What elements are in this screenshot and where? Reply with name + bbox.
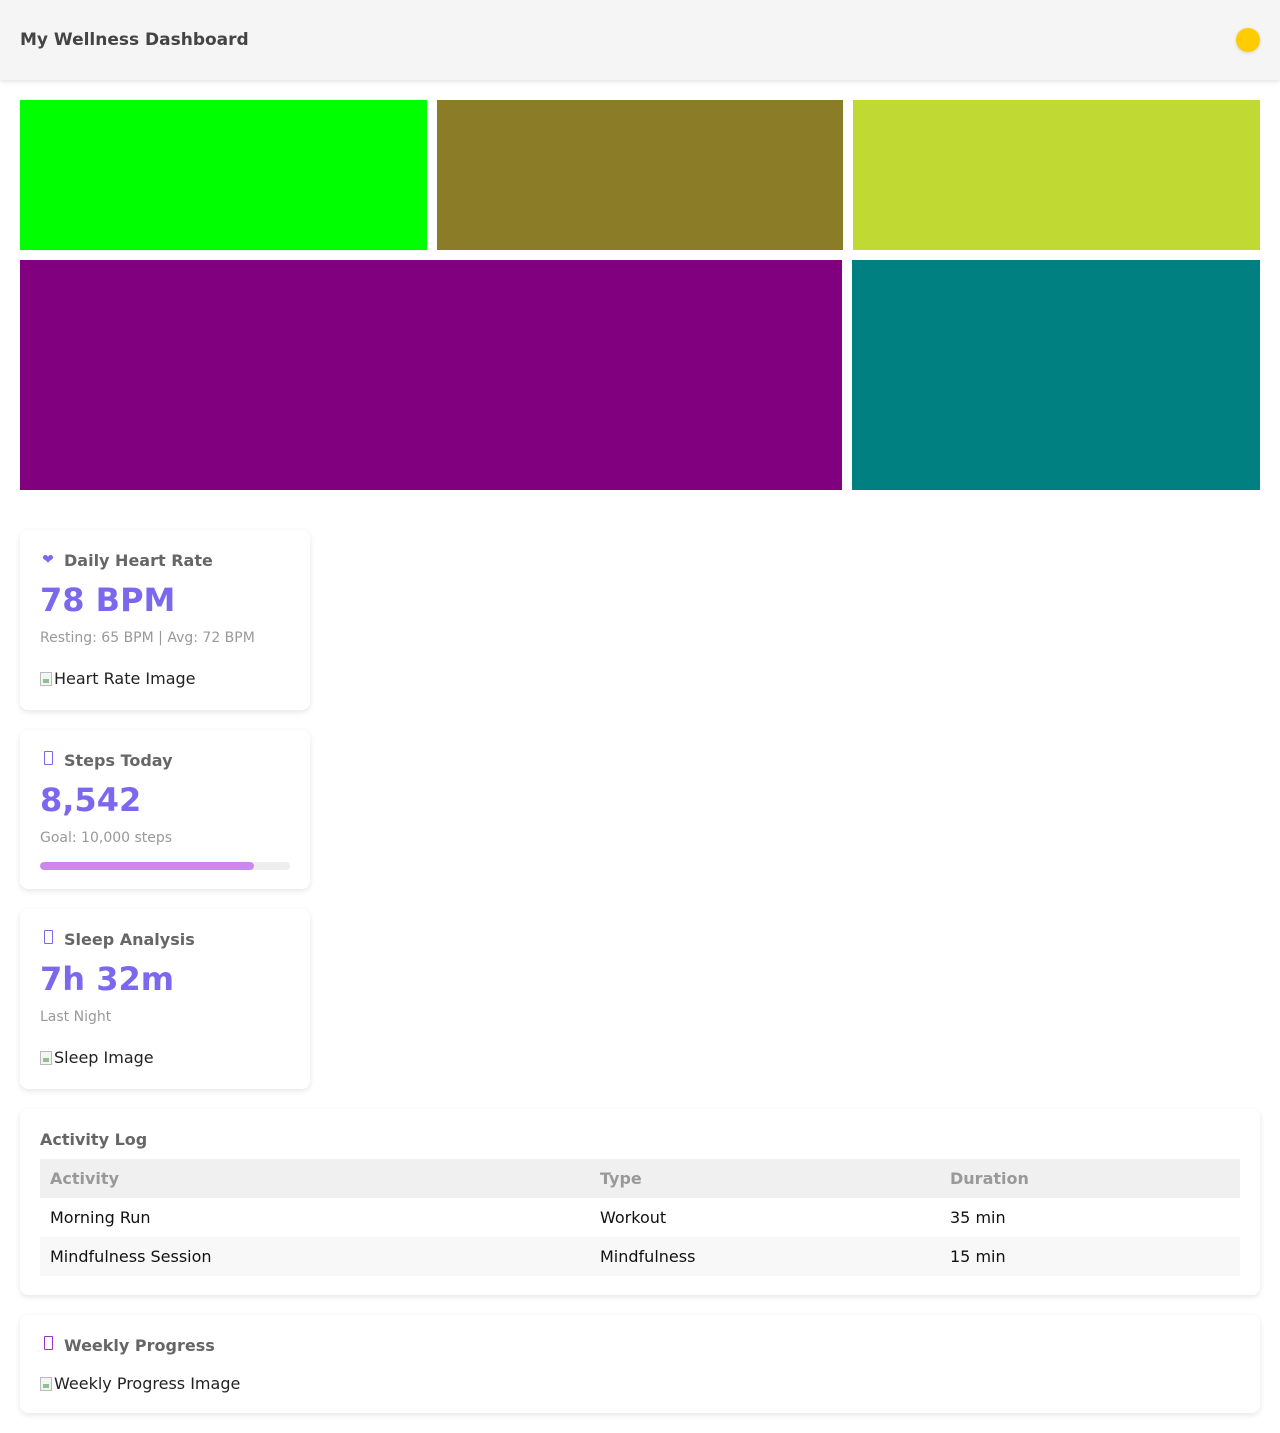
moon-icon bbox=[40, 930, 56, 948]
avatar[interactable] bbox=[1236, 28, 1260, 52]
column-header-duration[interactable]: Duration bbox=[940, 1159, 1240, 1198]
table-cell-type: Mindfulness bbox=[590, 1237, 940, 1276]
steps-progress-bar bbox=[40, 862, 290, 870]
footprints-icon bbox=[40, 751, 56, 769]
steps-card: Steps Today 8,542 Goal: 10,000 steps bbox=[20, 730, 310, 889]
table-cell-type: Workout bbox=[600, 1208, 667, 1227]
color-tile-2 bbox=[437, 100, 843, 250]
sleep-value: 7h 32m bbox=[40, 960, 175, 998]
weekly-progress-card: Weekly Progress Weekly Progress Image bbox=[20, 1315, 1260, 1413]
weekly-progress-header: Weekly Progress bbox=[40, 1335, 1240, 1355]
activity-log-card: Activity Log Activity Type Duration Morn… bbox=[20, 1109, 1260, 1295]
broken-image-icon bbox=[40, 672, 52, 686]
column-header-type[interactable]: Type bbox=[590, 1159, 940, 1198]
table-cell-duration: 15 min bbox=[940, 1237, 1240, 1276]
steps-goal: Goal: 10,000 steps bbox=[40, 830, 173, 846]
heart-rate-header: ❤ Daily Heart Rate bbox=[40, 550, 290, 570]
color-tile-4 bbox=[20, 260, 842, 490]
sleep-image-alt: Sleep Image bbox=[54, 1048, 154, 1067]
table-row[interactable]: Mindfulness Session Mindfulness 15 min bbox=[40, 1237, 1240, 1276]
heart-rate-card: ❤ Daily Heart Rate 78 BPM Resting: 65 BP… bbox=[20, 530, 310, 710]
heart-rate-image-alt: Heart Rate Image bbox=[54, 669, 196, 688]
page-title: My Wellness Dashboard bbox=[20, 30, 249, 50]
heart-icon: ❤ bbox=[42, 552, 54, 568]
broken-image-icon bbox=[40, 1377, 52, 1391]
weekly-progress-image: Weekly Progress Image bbox=[40, 1373, 1240, 1395]
table-cell-activity: Mindfulness Session bbox=[40, 1237, 590, 1276]
sleep-header: Sleep Analysis bbox=[40, 929, 290, 949]
chart-icon bbox=[40, 1336, 56, 1354]
top-bar: My Wellness Dashboard bbox=[0, 0, 1280, 80]
weekly-progress-title: Weekly Progress bbox=[64, 1335, 215, 1355]
steps-progress-fill bbox=[40, 862, 254, 870]
table-cell-activity: Morning Run bbox=[50, 1208, 151, 1227]
table-row[interactable]: Morning Run Workout 35 min bbox=[40, 1198, 1240, 1237]
sleep-detail: Last Night bbox=[40, 1009, 112, 1025]
activity-log-table: Activity Type Duration Morning Run Worko… bbox=[40, 1159, 1240, 1276]
color-tile-5 bbox=[852, 260, 1260, 490]
sleep-image: Sleep Image bbox=[40, 1047, 290, 1069]
weekly-progress-image-alt: Weekly Progress Image bbox=[54, 1374, 241, 1393]
column-header-activity[interactable]: Activity bbox=[40, 1159, 590, 1198]
heart-rate-value: 78 BPM bbox=[40, 581, 176, 619]
activity-log-title: Activity Log bbox=[40, 1129, 148, 1149]
broken-image-icon bbox=[40, 1051, 52, 1065]
table-cell-duration: 35 min bbox=[950, 1208, 1006, 1227]
heart-rate-title: Daily Heart Rate bbox=[64, 550, 213, 570]
color-tile-3 bbox=[853, 100, 1260, 250]
heart-rate-image: Heart Rate Image bbox=[40, 668, 290, 690]
sleep-card: Sleep Analysis 7h 32m Last Night Sleep I… bbox=[20, 909, 310, 1089]
steps-header: Steps Today bbox=[40, 750, 290, 770]
steps-value: 8,542 bbox=[40, 781, 142, 819]
steps-title: Steps Today bbox=[64, 750, 173, 770]
sleep-title: Sleep Analysis bbox=[64, 929, 195, 949]
table-header-row: Activity Type Duration bbox=[40, 1159, 1240, 1198]
heart-rate-detail: Resting: 65 BPM | Avg: 72 BPM bbox=[40, 630, 255, 646]
color-tile-1 bbox=[20, 100, 427, 250]
